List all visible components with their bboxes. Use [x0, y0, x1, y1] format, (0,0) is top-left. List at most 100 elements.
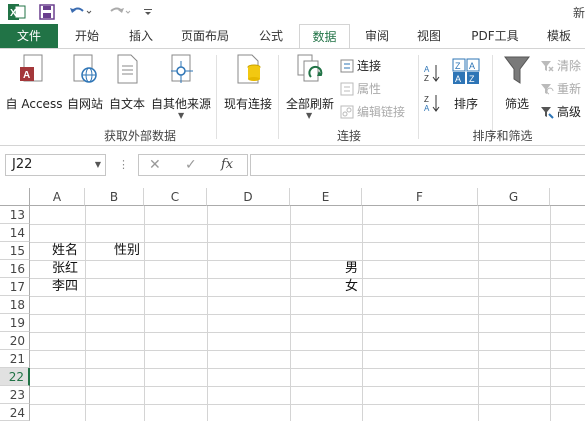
row-header-23[interactable]: 23	[0, 386, 30, 404]
row-header-19[interactable]: 19	[0, 314, 30, 332]
column-header-b[interactable]: B	[85, 188, 144, 206]
formula-input[interactable]	[250, 154, 585, 176]
name-box[interactable]: J22 ▼	[5, 154, 106, 176]
from-web-button[interactable]: 自网站	[64, 53, 106, 113]
advanced-button[interactable]: 高级	[540, 103, 581, 120]
cancel-icon[interactable]: ✕	[149, 157, 161, 173]
filter-button[interactable]: 筛选	[496, 53, 538, 113]
sort-az-icon: AZ	[424, 63, 442, 83]
enter-check-icon[interactable]: ✓	[185, 157, 197, 173]
sort-icon: ZAAZ	[446, 53, 486, 90]
column-header-d[interactable]: D	[207, 188, 290, 206]
sort-descending-button[interactable]: ZA	[424, 93, 445, 113]
row-header-14[interactable]: 14	[0, 224, 30, 242]
grid-line	[30, 350, 585, 351]
existing-connections-button[interactable]: 现有连接	[220, 53, 276, 113]
svg-text:Z: Z	[455, 61, 461, 71]
clear-filter-icon	[540, 59, 554, 73]
tab-file[interactable]: 文件	[0, 24, 58, 48]
save-icon[interactable]	[38, 3, 56, 21]
customize-qat-icon[interactable]	[142, 3, 154, 21]
cell-a16[interactable]: 张红	[52, 260, 78, 278]
funnel-icon	[496, 53, 538, 90]
filter-label: 筛选	[504, 97, 529, 111]
edit-links-button[interactable]: 编辑链接	[340, 103, 405, 120]
grid-line	[30, 368, 585, 369]
cell-e16[interactable]: 男	[345, 260, 358, 278]
properties-button[interactable]: 属性	[340, 80, 381, 97]
svg-text:Z: Z	[424, 95, 429, 104]
grid-line	[30, 386, 585, 387]
grid-line	[30, 404, 585, 405]
chevron-down-icon: ▼	[178, 111, 185, 120]
clear-button[interactable]: 清除	[540, 57, 581, 74]
row-header-21[interactable]: 21	[0, 350, 30, 368]
connections-label: 连接	[357, 59, 382, 73]
grid-line	[30, 332, 585, 333]
tab-pdf-tools[interactable]: PDF工具	[462, 24, 528, 48]
insert-function-icon[interactable]: fx	[221, 157, 233, 172]
group-label-sort-filter: 排序和筛选	[472, 129, 533, 143]
cell-b15[interactable]: 性别	[114, 242, 140, 260]
row-header-20[interactable]: 20	[0, 332, 30, 350]
redo-icon[interactable]	[106, 3, 134, 21]
tab-review[interactable]: 审阅	[354, 24, 400, 48]
svg-text:Z: Z	[424, 74, 429, 83]
row-header-16[interactable]: 16	[0, 260, 30, 278]
undo-icon[interactable]	[67, 3, 95, 21]
from-access-button[interactable]: A 自 Access	[4, 53, 64, 113]
select-all-corner[interactable]	[0, 188, 30, 206]
access-db-icon: A	[4, 53, 64, 90]
cell-a15[interactable]: 姓名	[52, 242, 78, 260]
svg-text:A: A	[424, 65, 430, 74]
cell-e17[interactable]: 女	[345, 278, 358, 296]
group-label-connections: 连接	[336, 129, 361, 143]
column-header-f[interactable]: F	[362, 188, 478, 206]
from-other-sources-button[interactable]: 自其他来源 ▼	[148, 53, 214, 125]
sort-label: 排序	[453, 97, 478, 111]
tab-insert[interactable]: 插入	[118, 24, 164, 48]
row-header-15[interactable]: 15	[0, 242, 30, 260]
tab-templates[interactable]: 模板	[536, 24, 582, 48]
row-header-24[interactable]: 24	[0, 404, 30, 421]
column-header-e[interactable]: E	[290, 188, 362, 206]
svg-text:X: X	[10, 8, 17, 19]
refresh-all-button[interactable]: 全部刷新 ▼	[282, 53, 338, 125]
row-header-17[interactable]: 17	[0, 278, 30, 296]
column-header-g[interactable]: G	[478, 188, 550, 206]
from-access-label: 自 Access	[5, 97, 63, 111]
tab-formulas[interactable]: 公式	[248, 24, 294, 48]
row-header-13[interactable]: 13	[0, 206, 30, 224]
column-header-c[interactable]: C	[144, 188, 207, 206]
tab-data[interactable]: 数据	[299, 24, 350, 49]
row-header-22[interactable]: 22	[0, 368, 30, 386]
edit-links-icon	[340, 105, 354, 119]
tab-view[interactable]: 视图	[406, 24, 452, 48]
connections-icon	[340, 59, 354, 73]
row-header-18[interactable]: 18	[0, 296, 30, 314]
column-header-a[interactable]: A	[30, 188, 85, 206]
formula-buttons: ✕ ✓ fx	[138, 154, 248, 176]
existing-connections-icon	[220, 53, 276, 90]
tab-home[interactable]: 开始	[64, 24, 110, 48]
tab-page-layout[interactable]: 页面布局	[172, 24, 238, 48]
cell-a17[interactable]: 李四	[52, 278, 78, 296]
reapply-button[interactable]: 重新	[540, 80, 581, 97]
from-text-button[interactable]: 自文本	[106, 53, 148, 113]
grid-line	[30, 314, 585, 315]
text-file-icon	[106, 53, 148, 90]
column-header-h[interactable]	[550, 188, 585, 206]
connections-button[interactable]: 连接	[340, 57, 381, 74]
sort-button[interactable]: ZAAZ 排序	[446, 53, 486, 113]
advanced-filter-icon	[540, 105, 554, 119]
divider	[278, 55, 279, 139]
svg-text:A: A	[424, 104, 430, 113]
grid-line	[30, 260, 585, 261]
from-other-sources-label: 自其他来源	[150, 97, 211, 111]
sort-ascending-button[interactable]: AZ	[424, 63, 445, 83]
from-text-label: 自文本	[108, 97, 145, 111]
more-options-icon[interactable]: ⋮	[118, 158, 129, 171]
chevron-down-icon[interactable]: ▼	[95, 155, 101, 175]
spreadsheet-grid[interactable]: A B C D E F G 13 14 15 16 17 18 19 20 21…	[0, 188, 585, 421]
edit-links-label: 编辑链接	[357, 105, 406, 119]
